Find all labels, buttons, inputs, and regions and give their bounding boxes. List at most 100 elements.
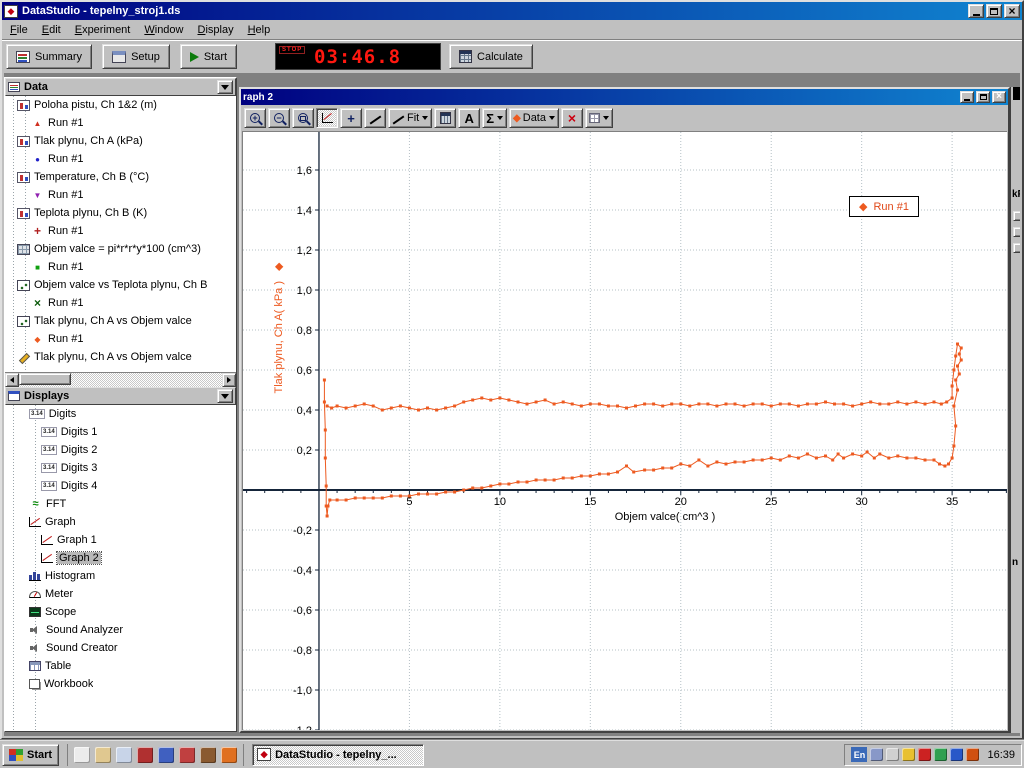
scheduler-icon[interactable] [902, 748, 915, 761]
axis-settings-menu-button[interactable] [585, 108, 613, 128]
fit-menu-button[interactable]: Fit [388, 108, 432, 128]
volume-icon[interactable] [886, 748, 899, 761]
display-item-label: Digits 2 [61, 444, 98, 456]
remove-button[interactable]: × [561, 108, 583, 128]
display-item-label: Digits 1 [61, 426, 98, 438]
scale-fit-icon [322, 113, 333, 123]
graph-maximize-button[interactable] [976, 91, 990, 103]
disk-icon[interactable] [158, 747, 174, 763]
displays-menu-button[interactable] [217, 389, 233, 403]
menu-experiment[interactable]: Experiment [68, 21, 138, 39]
scroll-right-button[interactable] [222, 373, 236, 387]
display-item[interactable]: Meter [5, 585, 236, 603]
display-item[interactable]: Table [5, 657, 236, 675]
maximize-button[interactable] [986, 4, 1002, 18]
data-run-item[interactable]: ●Run #1 [5, 150, 236, 168]
slope-tool-button[interactable] [364, 108, 386, 128]
shield-icon[interactable] [950, 748, 963, 761]
donut-icon[interactable] [200, 747, 216, 763]
display-item[interactable]: 3.14Digits 1 [5, 423, 236, 441]
scroll-left-button[interactable] [5, 373, 19, 387]
graph-minimize-button[interactable] [960, 91, 974, 103]
flame-icon[interactable] [221, 747, 237, 763]
display-item[interactable]: Graph 2 [5, 549, 236, 567]
window-icon[interactable] [116, 747, 132, 763]
run-label: Run #1 [48, 117, 83, 129]
display-item[interactable]: Graph 1 [5, 531, 236, 549]
display-item[interactable]: ≈FFT [5, 495, 236, 513]
calculate-button[interactable]: Calculate [449, 44, 533, 69]
data-item[interactable]: Poloha pistu, Ch 1&2 (m) [5, 96, 236, 114]
data-item[interactable]: Temperature, Ch B (°C) [5, 168, 236, 186]
data-menu-button[interactable] [217, 80, 233, 94]
display-item[interactable]: Sound Analyzer [5, 621, 236, 639]
zoom-out-button[interactable] [268, 108, 290, 128]
data-run-item[interactable]: ◆Run #1 [5, 330, 236, 348]
data-item[interactable]: Tlak plynu, Ch A vs Objem valce [5, 312, 236, 330]
zoom-select-button[interactable] [292, 108, 314, 128]
display-item[interactable]: Sound Creator [5, 639, 236, 657]
menu-file[interactable]: File [3, 21, 35, 39]
background-text-fragment: kP [1012, 189, 1020, 200]
svg-text:-1,2: -1,2 [293, 725, 312, 730]
language-indicator[interactable]: En [851, 747, 867, 762]
data-run-item[interactable]: ▲Run #1 [5, 114, 236, 132]
summary-button[interactable]: Summary [6, 44, 92, 69]
menu-window[interactable]: Window [137, 21, 190, 39]
data-run-item[interactable]: ■Run #1 [5, 258, 236, 276]
antivirus-icon[interactable] [918, 748, 931, 761]
display-item[interactable]: 3.14Digits 4 [5, 477, 236, 495]
smart-tool-button[interactable]: + [340, 108, 362, 128]
menu-help[interactable]: Help [241, 21, 278, 39]
windows-logo-icon [9, 749, 23, 761]
menu-display[interactable]: Display [191, 21, 241, 39]
data-run-item[interactable]: ▼Run #1 [5, 186, 236, 204]
active-task-button[interactable]: ◆ DataStudio - tepelny_... [252, 744, 424, 766]
data-menu-button[interactable]: ◆Data [509, 108, 559, 128]
scrollbar-thumb[interactable] [19, 373, 71, 385]
graph-close-button[interactable]: × [992, 91, 1006, 103]
start-button[interactable]: Start [180, 44, 237, 69]
data-run-item[interactable]: ×Run #1 [5, 294, 236, 312]
network-icon[interactable] [934, 748, 947, 761]
calculate-button[interactable] [434, 108, 456, 128]
display-item[interactable]: Scope [5, 603, 236, 621]
notes-icon[interactable] [74, 747, 90, 763]
data-item[interactable]: Objem valce = pi*r*r*y*100 (cm^3) [5, 240, 236, 258]
scale-to-fit-button[interactable] [316, 108, 338, 128]
data-item[interactable]: Tlak plynu, Ch A vs Objem valce [5, 348, 236, 366]
statistics-menu-button[interactable]: Σ [482, 108, 507, 128]
display-item[interactable]: Graph [5, 513, 236, 531]
display-item[interactable]: Histogram [5, 567, 236, 585]
start-menu-button[interactable]: Start [2, 744, 59, 766]
display-item[interactable]: 3.14Digits 2 [5, 441, 236, 459]
legend[interactable]: ◆ Run #1 [849, 196, 919, 217]
text-annotation-button[interactable]: A [458, 108, 480, 128]
keyboard-icon[interactable] [870, 748, 883, 761]
zoom-in-button[interactable] [244, 108, 266, 128]
slope-icon [392, 112, 405, 124]
minimize-button[interactable] [968, 4, 984, 18]
data-item[interactable]: Tlak plynu, Ch A (kPa) [5, 132, 236, 150]
data-item[interactable]: Objem valce vs Teplota plynu, Ch B [5, 276, 236, 294]
data-item[interactable]: Teplota plynu, Ch B (K) [5, 204, 236, 222]
close-button[interactable]: × [1004, 4, 1020, 18]
media-icon[interactable] [137, 747, 153, 763]
display-item[interactable]: Workbook [5, 675, 236, 693]
data-tree-hscrollbar[interactable] [5, 372, 236, 387]
menu-edit[interactable]: Edit [35, 21, 68, 39]
grid-icon[interactable] [179, 747, 195, 763]
document-icon[interactable] [95, 747, 111, 763]
title-bar[interactable]: ◆ DataStudio - tepelny_stroj1.ds × [2, 2, 1022, 20]
display-item[interactable]: 3.14Digits [5, 405, 236, 423]
updater-icon[interactable] [966, 748, 979, 761]
display-item[interactable]: 3.14Digits 3 [5, 459, 236, 477]
data-run-item[interactable]: +Run #1 [5, 222, 236, 240]
graph-plot-area[interactable]: 51015202530351,61,41,21,00,80,60,40,2-0,… [242, 131, 1007, 730]
displays-icon [8, 391, 20, 401]
setup-button[interactable]: Setup [102, 44, 170, 69]
y-axis-title[interactable]: Tlak plynu, Ch A( kPa )◆ [272, 208, 286, 448]
taskbar-clock[interactable]: 16:39 [987, 749, 1015, 761]
x-axis-title[interactable]: Objem valce( cm^3 ) [575, 511, 755, 523]
graph-window-titlebar[interactable]: raph 2 × [241, 89, 1008, 105]
